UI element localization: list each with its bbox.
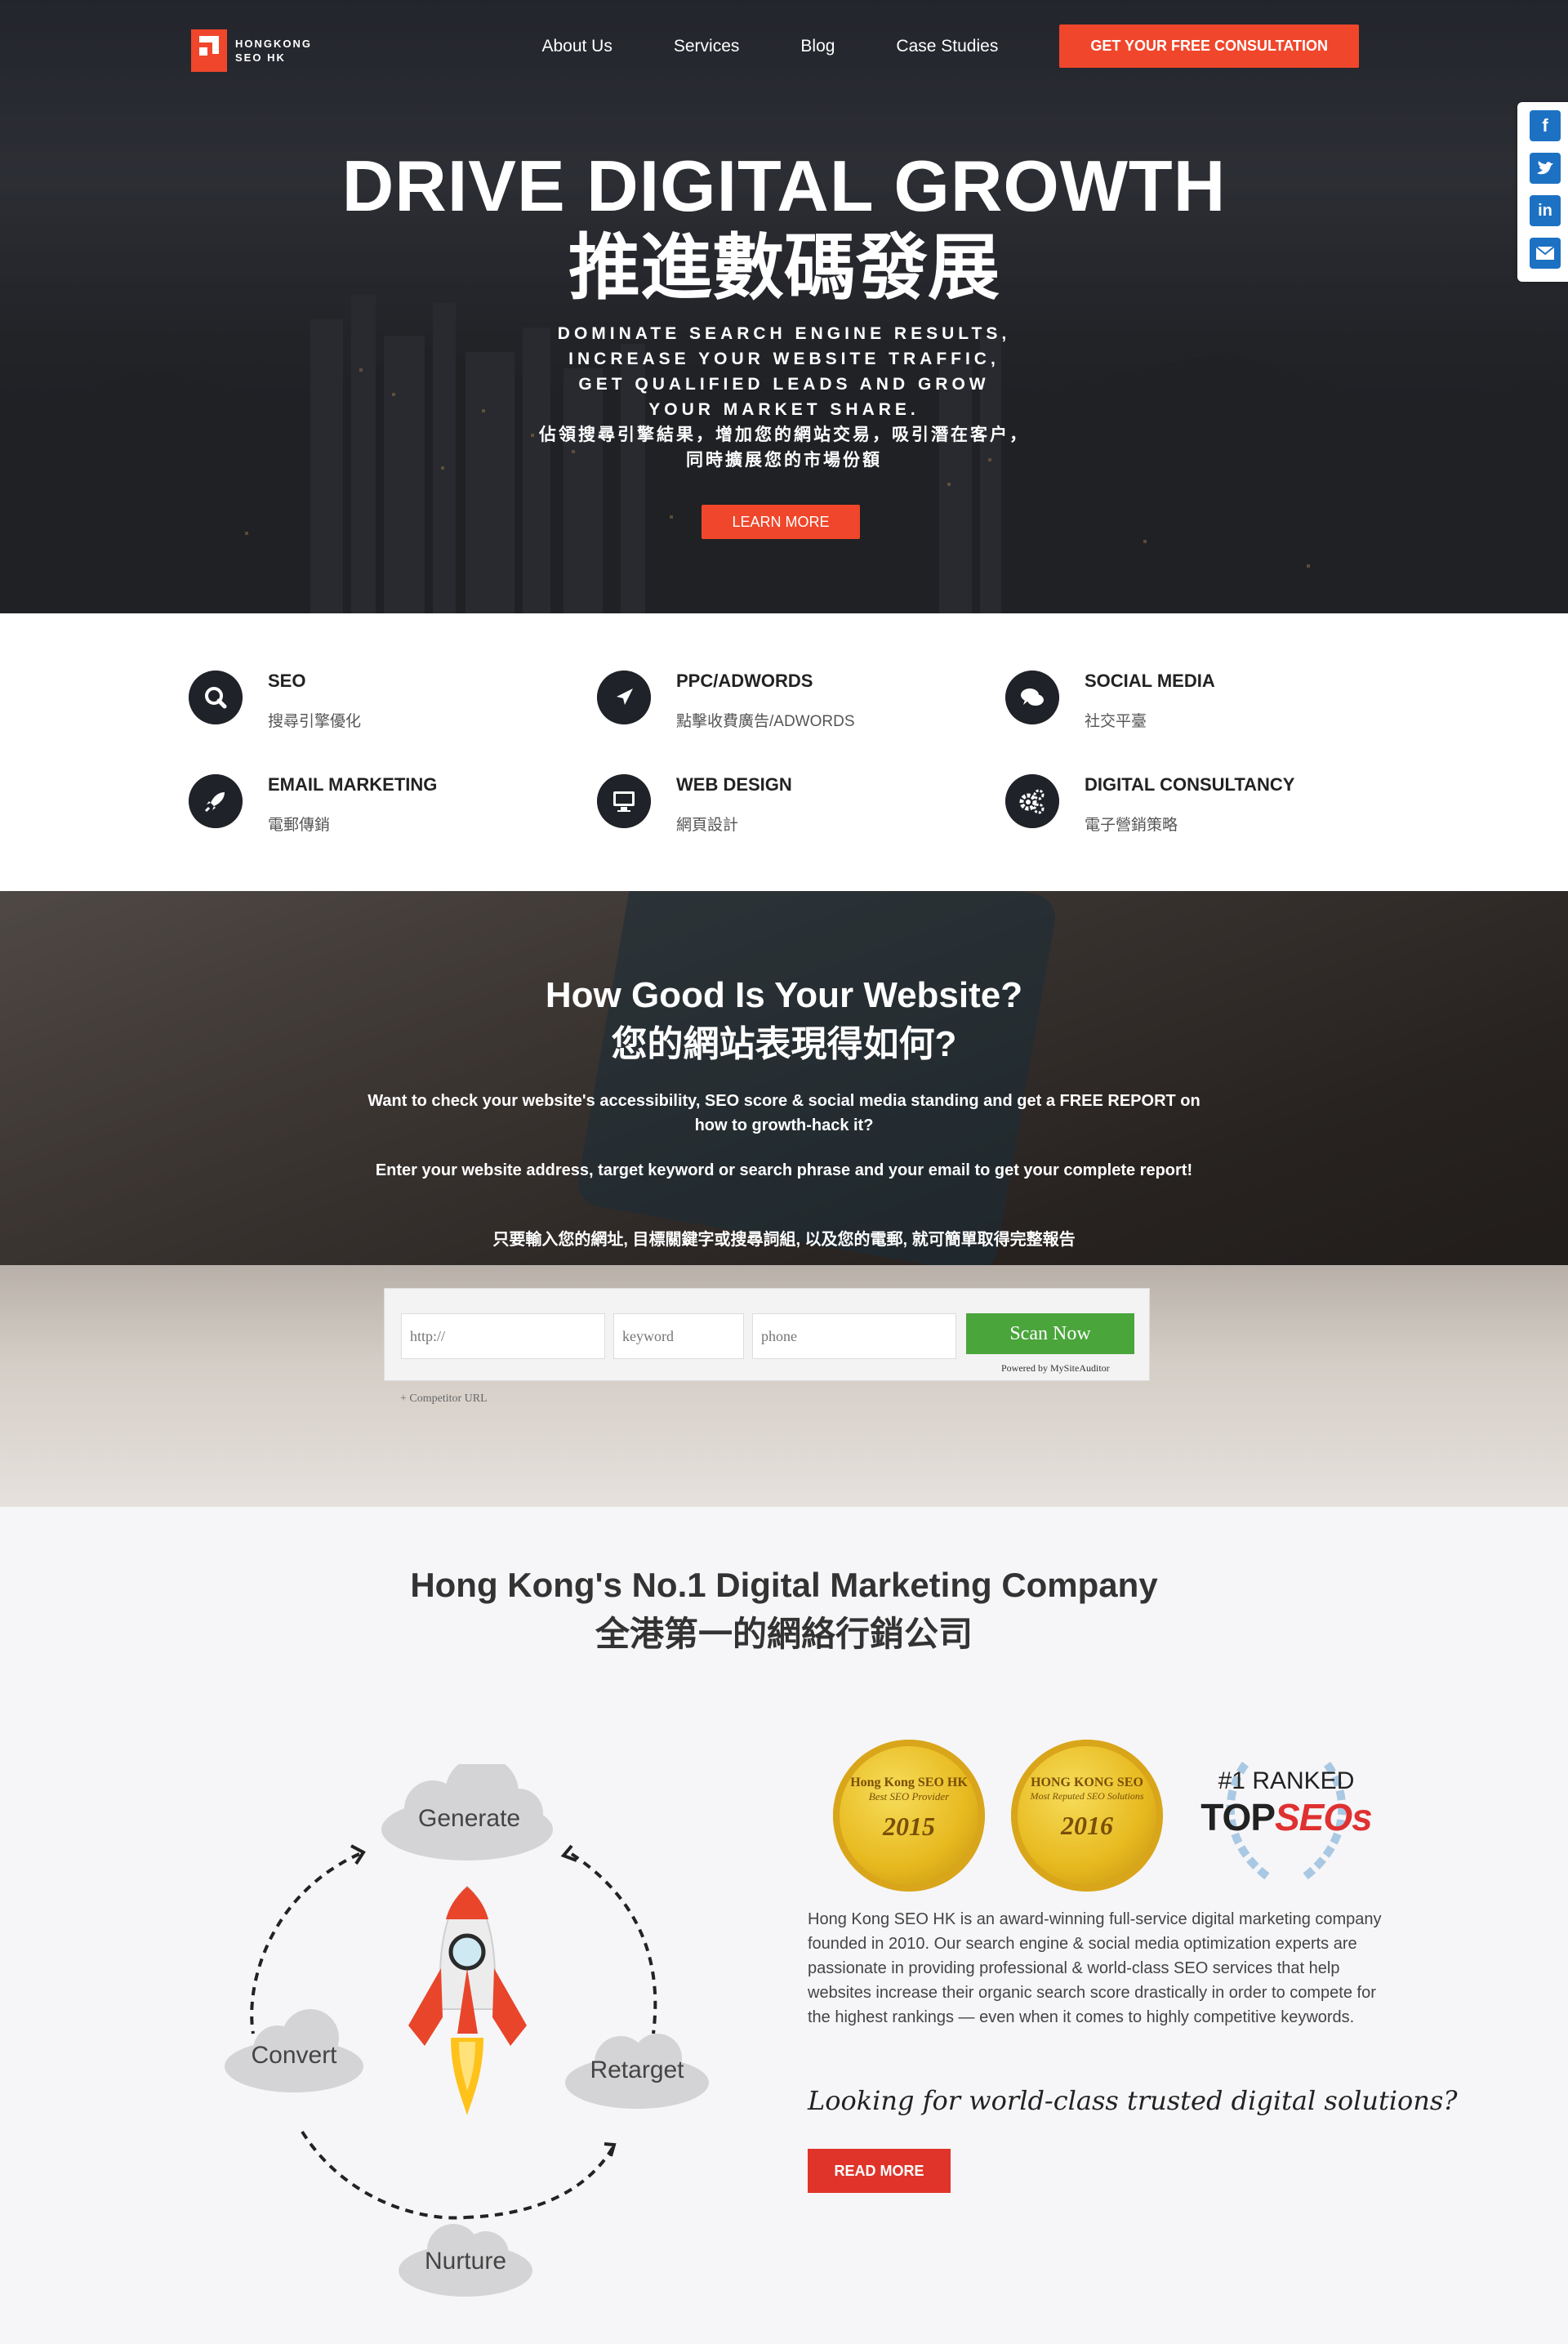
hero-sub-line: YOUR MARKET SHARE. bbox=[648, 400, 920, 419]
logo-icon bbox=[191, 29, 227, 72]
service-web-design[interactable]: WEB DESIGN 網頁設計 bbox=[597, 774, 989, 840]
site-audit-form: Scan Now Powered by MySiteAuditor bbox=[384, 1288, 1150, 1381]
service-title: DIGITAL CONSULTANCY bbox=[1085, 774, 1295, 795]
site-logo[interactable]: HONGKONG SEO HK bbox=[191, 29, 312, 72]
url-input[interactable] bbox=[401, 1313, 605, 1359]
nav-link-case-studies[interactable]: Case Studies bbox=[896, 37, 998, 56]
cycle-diagram-graphic bbox=[225, 1756, 709, 2297]
cycle-label-nurture: Nurture bbox=[424, 2248, 507, 2275]
hero-title-zh: 推進數碼發展 bbox=[568, 227, 1000, 308]
hero-sub-line: DOMINATE SEARCH ENGINE RESULTS, bbox=[557, 324, 1011, 343]
top-seos-label-top: TOP bbox=[1200, 1796, 1276, 1838]
service-title: WEB DESIGN bbox=[676, 774, 792, 795]
badge-subtitle: Most Reputed SEO Solutions bbox=[1030, 1790, 1144, 1802]
service-desc: 點擊收費廣告/ADWORDS bbox=[676, 713, 855, 730]
top-seos-label-seos: SEOs bbox=[1275, 1796, 1373, 1838]
company-tagline: Looking for world-class trusted digital … bbox=[808, 2085, 1458, 2116]
scan-instruction-text: Enter your website address, target keywo… bbox=[375, 1161, 1193, 1179]
service-title: SOCIAL MEDIA bbox=[1085, 671, 1215, 691]
facebook-icon[interactable]: f bbox=[1530, 110, 1561, 141]
hero-sub-line: 佔領搜尋引擎結果，增加您的網站交易，吸引潛在客户， bbox=[539, 426, 1029, 444]
scan-now-button[interactable]: Scan Now bbox=[966, 1313, 1134, 1354]
service-social-media[interactable]: SOCIAL MEDIA 社交平臺 bbox=[1005, 671, 1397, 736]
navigation-arrow-icon bbox=[597, 671, 651, 724]
service-desc: 搜尋引擎優化 bbox=[268, 713, 362, 730]
hero-section: HONGKONG SEO HK About Us Services Blog C… bbox=[0, 0, 1568, 613]
linkedin-icon[interactable]: in bbox=[1530, 195, 1561, 226]
service-seo[interactable]: SEO 搜尋引擎優化 bbox=[189, 671, 581, 736]
service-email-marketing[interactable]: EMAIL MARKETING 電郵傳銷 bbox=[189, 774, 581, 840]
nav-link-about-us[interactable]: About Us bbox=[541, 37, 612, 56]
company-title-en: Hong Kong's No.1 Digital Marketing Compa… bbox=[410, 1566, 1158, 1604]
marketing-cycle-diagram: Generate Retarget Nurture Convert bbox=[212, 1756, 719, 2303]
main-nav: About Us Services Blog Case Studies GET … bbox=[541, 25, 1359, 68]
twitter-icon[interactable] bbox=[1530, 153, 1561, 184]
nav-link-services[interactable]: Services bbox=[674, 37, 740, 56]
badge-title: HONG KONG SEO bbox=[1031, 1776, 1143, 1789]
badge-year: 2015 bbox=[883, 1811, 935, 1841]
award-badge-2016: HONG KONG SEO Most Reputed SEO Solutions… bbox=[1011, 1740, 1163, 1892]
badge-title: Hong Kong SEO HK bbox=[850, 1776, 968, 1789]
rocket-icon bbox=[189, 774, 243, 828]
top-seos-ranking-badge: #1 RANKED TOPSEOs bbox=[1192, 1748, 1380, 1895]
award-badge-2015: Hong Kong SEO HK Best SEO Provider 2015 bbox=[833, 1740, 985, 1892]
cycle-label-convert: Convert bbox=[251, 2042, 337, 2069]
hero-sub-line: GET QUALIFIED LEADS AND GROW bbox=[578, 375, 990, 394]
award-badges: Hong Kong SEO HK Best SEO Provider 2015 … bbox=[825, 1740, 1396, 1903]
company-about-text: Hong Kong SEO HK is an award-winning ful… bbox=[808, 1910, 1382, 2026]
company-section: Hong Kong's No.1 Digital Marketing Compa… bbox=[0, 1507, 1568, 2344]
search-icon bbox=[189, 671, 243, 724]
service-title: SEO bbox=[268, 671, 306, 691]
hero-sub-line: INCREASE YOUR WEBSITE TRAFFIC, bbox=[568, 350, 1000, 368]
service-desc: 電郵傳銷 bbox=[268, 817, 331, 834]
logo-text: HONGKONG SEO HK bbox=[235, 37, 312, 65]
service-title: PPC/ADWORDS bbox=[676, 671, 813, 691]
read-more-button[interactable]: READ MORE bbox=[808, 2149, 951, 2193]
scan-title-en: How Good Is Your Website? bbox=[545, 975, 1023, 1015]
hero-sub-line: 同時擴展您的市場份額 bbox=[686, 451, 882, 470]
monitor-icon bbox=[597, 774, 651, 828]
hero-title-en: DRIVE DIGITAL GROWTH bbox=[341, 145, 1227, 226]
service-title: EMAIL MARKETING bbox=[268, 774, 438, 795]
hero-subtitle: DOMINATE SEARCH ENGINE RESULTS, INCREASE… bbox=[0, 321, 1568, 473]
scan-heading: How Good Is Your Website? 您的網站表現得如何? bbox=[0, 971, 1568, 1069]
social-share-bar: f in bbox=[1517, 102, 1568, 282]
powered-by-text: Powered by MySiteAuditor bbox=[1001, 1362, 1110, 1374]
scan-instruction-zh: 只要輸入您的網址, 目標關鍵字或搜尋詞組, 以及您的電郵, 就可簡單取得完整報告 bbox=[492, 1231, 1076, 1249]
badge-year: 2016 bbox=[1061, 1811, 1113, 1840]
chat-bubbles-icon bbox=[1005, 671, 1059, 724]
hero-headline: DRIVE DIGITAL GROWTH 推進數碼發展 bbox=[0, 145, 1568, 309]
logo-line-2: SEO HK bbox=[235, 51, 286, 64]
service-digital-consultancy[interactable]: DIGITAL CONSULTANCY 電子營銷策略 bbox=[1005, 774, 1397, 840]
phone-input[interactable] bbox=[752, 1313, 956, 1359]
company-title-zh: 全港第一的網絡行銷公司 bbox=[595, 1615, 973, 1653]
keyword-input[interactable] bbox=[613, 1313, 744, 1359]
scan-intro-text: Want to check your website's accessibili… bbox=[368, 1092, 1200, 1134]
service-desc: 電子營銷策略 bbox=[1085, 817, 1178, 834]
service-ppc[interactable]: PPC/ADWORDS 點擊收費廣告/ADWORDS bbox=[597, 671, 989, 736]
cycle-label-generate: Generate bbox=[418, 1805, 521, 1832]
logo-line-1: HONGKONG bbox=[235, 38, 312, 50]
gears-icon bbox=[1005, 774, 1059, 828]
service-desc: 社交平臺 bbox=[1085, 713, 1147, 730]
scan-title-zh: 您的網站表現得如何? bbox=[611, 1024, 957, 1064]
cycle-label-retarget: Retarget bbox=[590, 2057, 684, 2083]
ranked-label: #1 RANKED bbox=[1218, 1767, 1355, 1794]
top-seos-label: TOPSEOs bbox=[1192, 1795, 1380, 1839]
badge-subtitle: Best SEO Provider bbox=[868, 1790, 950, 1803]
website-scan-section: How Good Is Your Website? 您的網站表現得如何? Wan… bbox=[0, 891, 1568, 1507]
services-section: SEO 搜尋引擎優化 PPC/ADWORDS 點擊收費廣告/ADWORDS SO… bbox=[0, 613, 1568, 891]
nav-link-blog[interactable]: Blog bbox=[800, 37, 835, 56]
free-consultation-button[interactable]: GET YOUR FREE CONSULTATION bbox=[1059, 25, 1359, 68]
email-icon[interactable] bbox=[1530, 238, 1561, 269]
competitor-url-link[interactable]: + Competitor URL bbox=[400, 1393, 488, 1406]
learn-more-button[interactable]: LEARN MORE bbox=[702, 505, 860, 539]
scan-overlay bbox=[0, 891, 1568, 1265]
company-heading: Hong Kong's No.1 Digital Marketing Compa… bbox=[0, 1561, 1568, 1659]
service-desc: 網頁設計 bbox=[676, 817, 739, 834]
